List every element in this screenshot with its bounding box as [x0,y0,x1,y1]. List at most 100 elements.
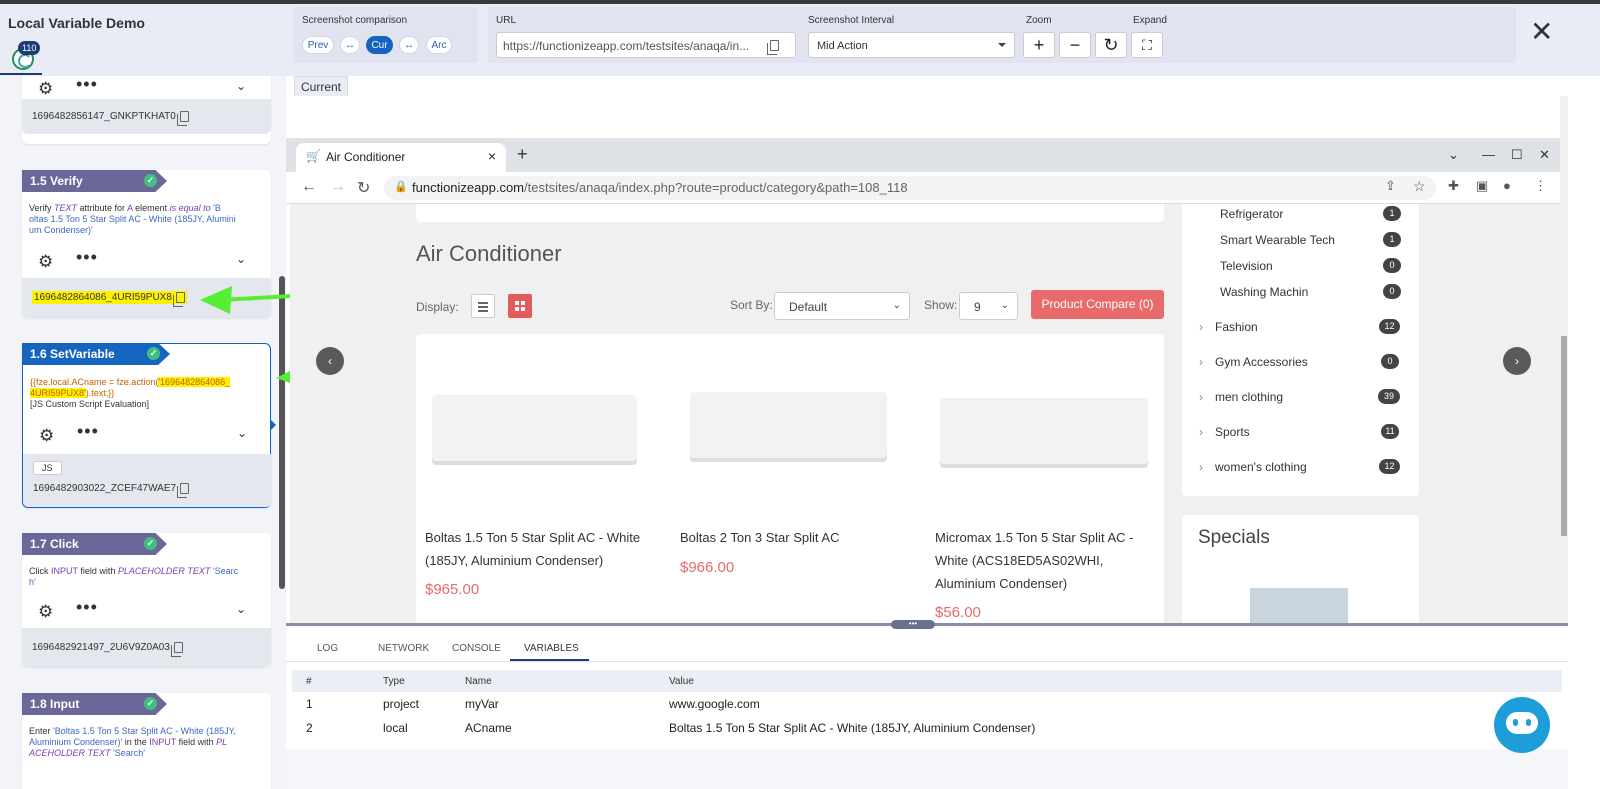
swap-arc-button[interactable]: ↔ [399,36,419,54]
sort-select[interactable]: Default ⌄ [774,292,910,320]
copy-icon[interactable] [177,483,190,498]
url-label: URL [496,15,517,26]
step-toolbar: ⚙ ••• ⌄ [23,421,272,446]
close-button[interactable]: ✕ [1530,18,1553,46]
product-compare-button[interactable]: Product Compare (0) [1031,290,1164,319]
product-name[interactable]: Micromax 1.5 Ton 5 Star Split AC - White… [935,526,1160,595]
copy-icon[interactable] [176,110,189,126]
chevron-down-icon[interactable]: ⌄ [236,602,246,616]
steps-sidebar: ⚙ ••• ⌄ 1696482856147_GNKPTKHAT0 1.5 Ver… [0,76,286,789]
zoom-in-button[interactable]: + [1023,32,1055,58]
category-count: 1 [1383,232,1401,247]
maximize-icon[interactable]: ☐ [1511,147,1523,163]
prev-button[interactable]: Prev [302,36,334,54]
step-card-click[interactable]: 1.7 Click ✓ Click INPUT field with PLACEH… [22,533,271,667]
category-item[interactable]: Washing Machin [1220,285,1308,299]
chevron-down-icon[interactable]: ⌄ [236,252,246,266]
step-card-prev[interactable]: ⚙ ••• ⌄ 1696482856147_GNKPTKHAT0 [22,76,271,144]
close-tab-icon[interactable]: × [488,148,496,164]
chevron-right-icon: › [1199,320,1203,334]
category-item[interactable]: Refrigerator [1220,207,1283,221]
step-title: 1.8 Input ✓ [22,693,167,715]
profile-icon[interactable]: ● [1503,178,1511,193]
more-icon[interactable]: ••• [76,76,98,95]
reload-icon[interactable]: ↻ [357,178,370,198]
swap-prev-button[interactable]: ↔ [340,36,360,54]
page-scrollbar-thumb[interactable] [1561,336,1567,536]
category-item[interactable]: Sports [1215,425,1250,439]
gear-icon[interactable]: ⚙ [39,426,54,446]
chevron-down-icon[interactable]: ⌄ [236,79,246,93]
chevron-down-icon[interactable]: ⌄ [1448,147,1459,163]
omnibox[interactable]: 🔒 functionizeapp.com/testsites/anaqa/ind… [384,176,1436,200]
share-icon[interactable]: ⇪ [1385,178,1396,194]
chat-bot-button[interactable] [1494,697,1550,753]
extensions-icon[interactable]: ✚ [1448,178,1459,194]
product-price: $965.00 [425,581,480,598]
product-image[interactable] [690,392,887,462]
url-host: functionizeapp.com [412,180,525,195]
back-icon[interactable]: ← [301,178,317,196]
show-select[interactable]: 9 ⌄ [959,292,1018,320]
more-icon[interactable]: ••• [76,597,98,618]
product-name[interactable]: Boltas 2 Ton 3 Star Split AC [680,526,905,549]
category-item[interactable]: men clothing [1215,390,1283,404]
tab-network[interactable]: NETWORK [378,643,429,654]
product-image[interactable] [432,395,637,465]
product-name[interactable]: Boltas 1.5 Ton 5 Star Split AC - White (… [425,526,650,572]
product-price: $56.00 [935,604,981,621]
grid-view-button[interactable] [508,294,532,318]
copy-icon[interactable] [767,40,779,55]
copy-icon[interactable] [172,291,185,307]
category-item[interactable]: Television [1220,259,1273,273]
step-id-row: 1696482921497_2U6V9Z0A03 [22,628,271,667]
resize-handle[interactable]: ••• [891,620,935,629]
url-field[interactable]: https://functionizeapp.com/testsites/ana… [496,32,796,58]
more-icon[interactable]: ••• [76,247,98,268]
tab-variables[interactable]: VARIABLES [524,643,579,654]
sidepanel-icon[interactable]: ▣ [1476,178,1488,194]
carousel-prev-icon[interactable]: ‹ [316,347,344,375]
gear-icon[interactable]: ⚙ [38,602,53,622]
row-num: 2 [306,721,313,735]
star-icon[interactable]: ☆ [1413,178,1426,195]
tab-current[interactable]: Current [294,76,348,96]
tab-log[interactable]: LOG [317,643,338,654]
product-image[interactable] [940,398,1148,468]
gear-icon[interactable]: ⚙ [38,252,53,272]
app-title: Local Variable Demo [8,15,145,31]
arc-button[interactable]: Arc [426,36,452,54]
category-item[interactable]: Smart Wearable Tech [1220,233,1335,247]
category-item[interactable]: Fashion [1215,320,1258,334]
new-tab-icon[interactable]: + [517,144,528,165]
category-count: 0 [1383,258,1401,273]
zoom-out-button[interactable]: − [1059,32,1091,58]
minimize-icon[interactable]: — [1482,147,1495,162]
cur-button[interactable]: Cur [366,36,393,54]
row-value: www.google.com [669,697,760,711]
gear-icon[interactable]: ⚙ [38,79,53,99]
reset-zoom-button[interactable]: ↻ [1095,32,1127,58]
interval-select[interactable]: Mid Action [808,32,1015,58]
copy-icon[interactable] [170,641,183,657]
special-product-image[interactable] [1250,588,1348,624]
close-window-icon[interactable]: ✕ [1539,147,1550,163]
list-view-button[interactable] [471,294,495,318]
step-card-input[interactable]: 1.8 Input ✓ Enter 'Boltas 1.5 Ton 5 Star … [22,693,271,789]
expand-button[interactable]: ⛶ [1131,32,1163,58]
carousel-next-icon[interactable]: › [1503,347,1531,375]
chevron-down-icon [998,43,1006,51]
menu-icon[interactable]: ⋮ [1534,178,1547,194]
page-scrollbar[interactable] [1560,96,1568,624]
logo-underline [0,73,42,75]
page-top-block [416,204,1164,222]
browser-tab[interactable]: 🛒 Air Conditioner × [296,143,506,172]
tab-console[interactable]: CONSOLE [452,643,501,654]
more-icon[interactable]: ••• [77,421,99,442]
row-name: ACname [465,721,512,735]
arrow-head-icon [200,286,232,314]
category-item[interactable]: Gym Accessories [1215,355,1308,369]
category-item[interactable]: women's clothing [1215,460,1307,474]
chevron-down-icon[interactable]: ⌄ [237,426,247,440]
forward-icon[interactable]: → [330,178,346,196]
